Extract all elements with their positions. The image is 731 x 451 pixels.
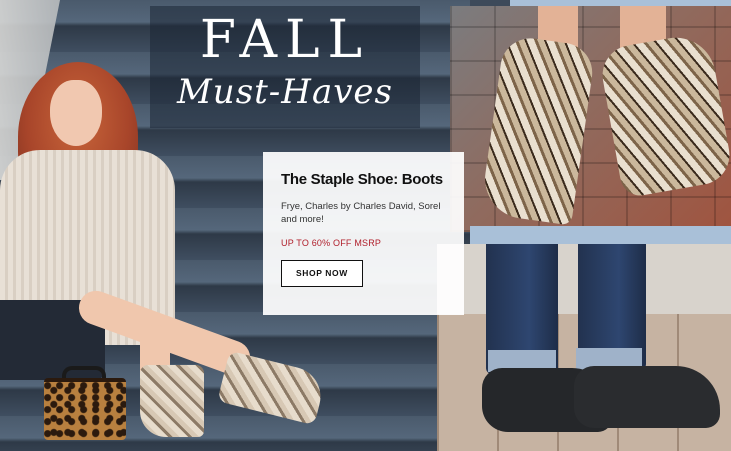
fall-boots-banner[interactable]: FALL Must-Haves The Staple Shoe: Boots F… [0,0,731,451]
model-face [50,80,102,146]
hero-title: FALL [199,10,371,70]
promo-heading: The Staple Shoe: Boots [281,171,443,188]
promo-description: Frye, Charles by Charles David, Sorel an… [281,201,441,225]
promo-card: The Staple Shoe: Boots Frye, Charles by … [263,152,464,315]
hero-subtitle: Must-Haves [176,72,393,112]
leopard-bag [44,378,126,440]
suede-chukka-boot [574,366,720,428]
sale-text: UP TO 60% OFF MSRP [281,238,382,248]
snakeskin-boot [140,365,204,437]
shop-now-button[interactable]: SHOP NOW [281,260,363,287]
accent-divider [510,0,731,6]
accent-divider [470,226,731,244]
